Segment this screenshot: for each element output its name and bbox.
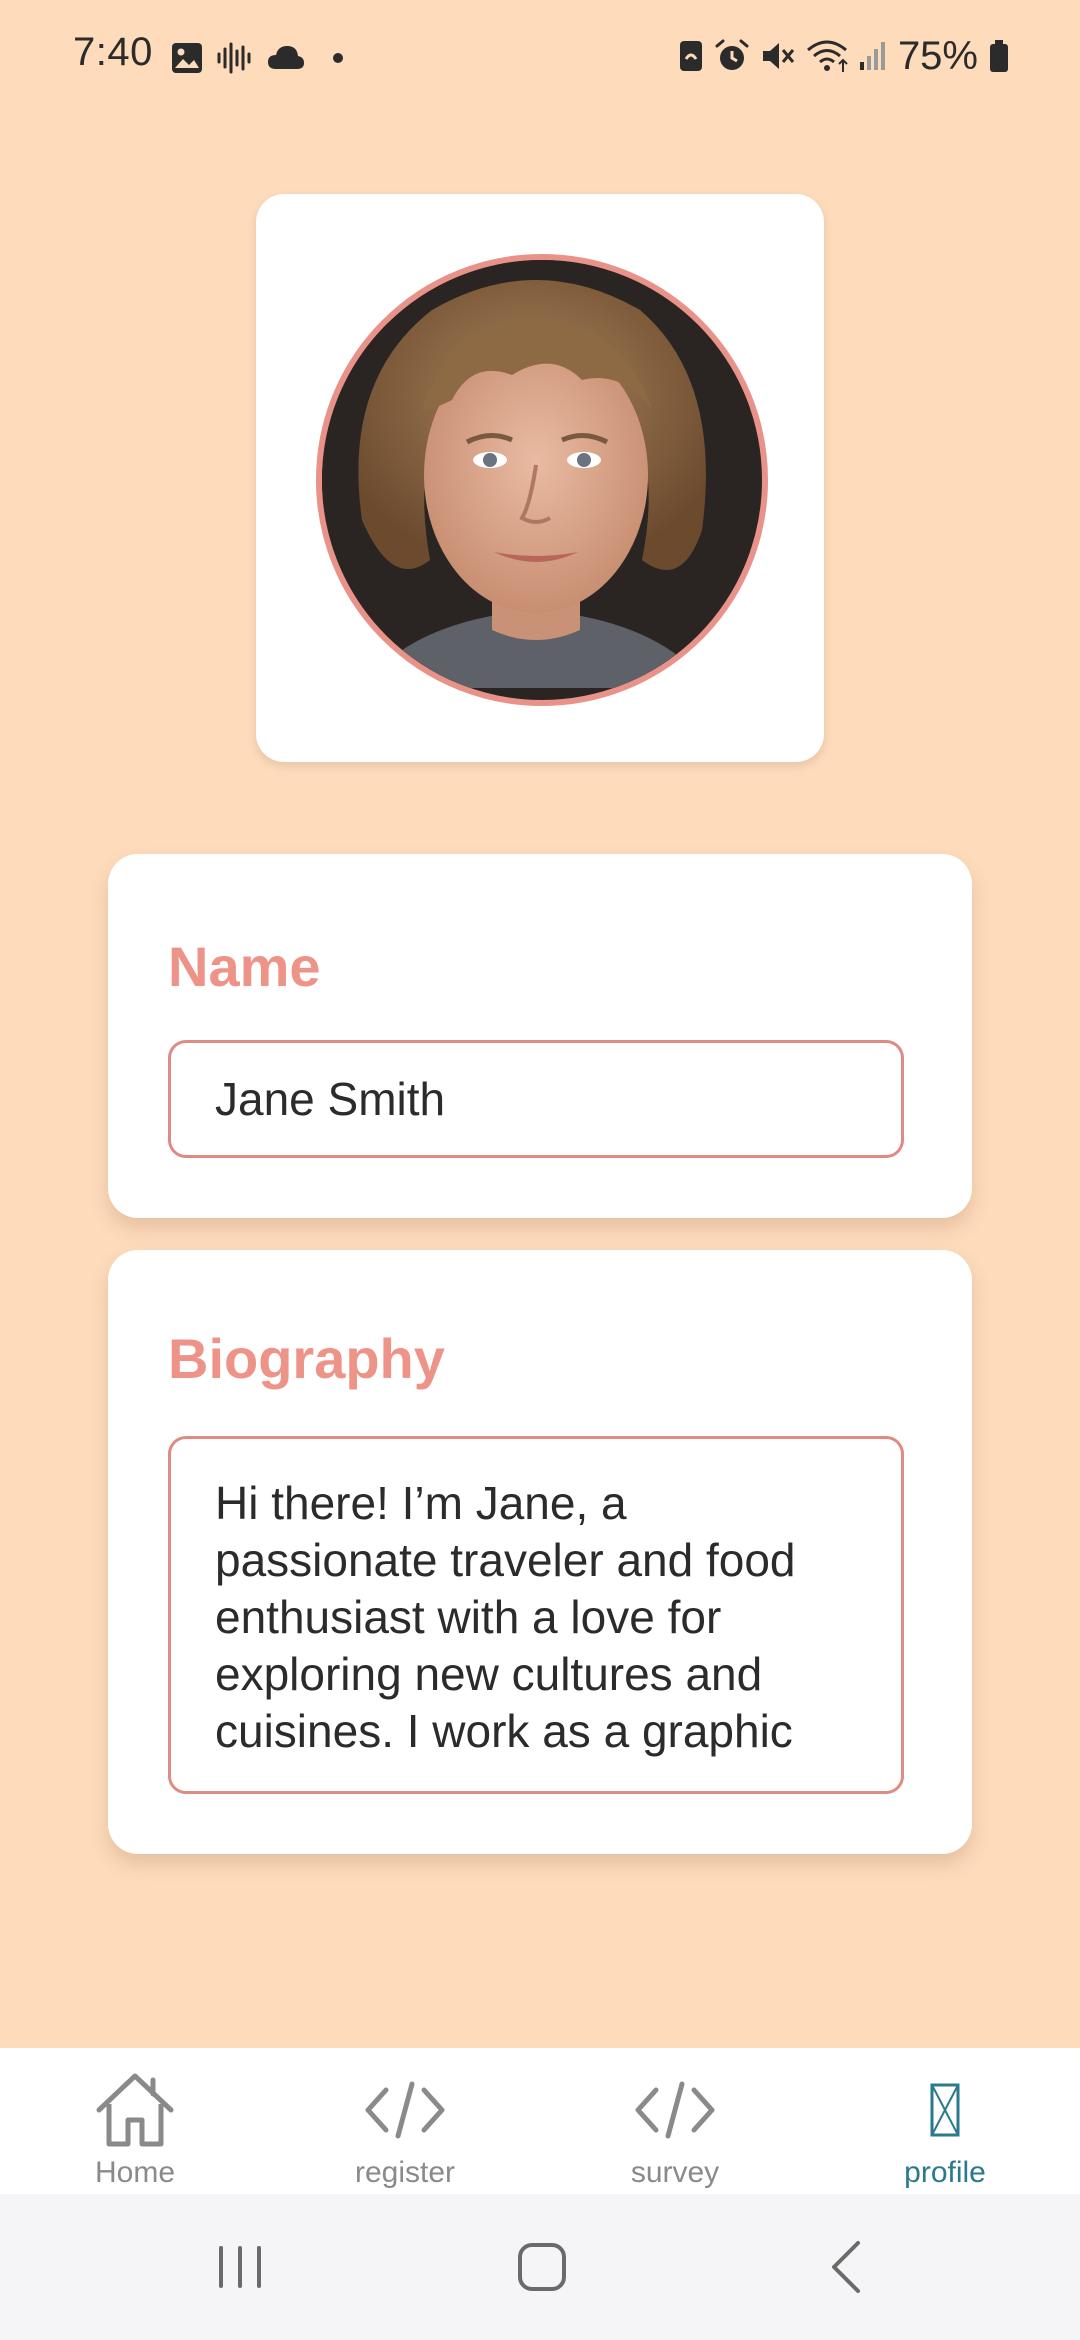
status-right-icons: 75% — [678, 34, 1010, 78]
wifi-icon — [806, 38, 848, 74]
app-lock-icon — [678, 39, 704, 73]
recent-apps-icon[interactable] — [200, 2232, 280, 2302]
voice-recorder-icon — [216, 41, 254, 75]
status-bar: 7:40 75% — [0, 0, 1080, 114]
avatar-card — [256, 194, 824, 762]
biography-label: Biography — [168, 1327, 445, 1390]
tab-home[interactable]: Home — [0, 2048, 270, 2194]
tab-survey[interactable]: survey — [540, 2048, 810, 2194]
alarm-icon — [714, 38, 750, 74]
code-icon — [360, 2068, 450, 2152]
avatar[interactable] — [316, 254, 768, 706]
status-left-icons — [170, 38, 344, 78]
profile-photo-icon — [322, 260, 750, 688]
back-icon[interactable] — [806, 2232, 886, 2302]
biography-card: Biography Hi there! I’m Jane, a passiona… — [108, 1250, 972, 1854]
cloud-icon — [266, 43, 306, 73]
tab-profile[interactable]: profile — [810, 2048, 1080, 2194]
battery-icon — [988, 39, 1010, 73]
tab-register-label: register — [354, 2156, 456, 2189]
signal-icon — [858, 40, 888, 72]
name-card: Name Jane Smith — [108, 854, 972, 1218]
dot-icon — [332, 52, 344, 64]
tab-register[interactable]: register — [270, 2048, 540, 2194]
battery-percentage: 75% — [897, 33, 978, 78]
name-label: Name — [168, 935, 321, 998]
tab-survey-label: survey — [630, 2156, 720, 2189]
biography-textarea[interactable]: Hi there! I’m Jane, a passionate travele… — [168, 1436, 904, 1794]
mute-icon — [760, 38, 796, 74]
status-time: 7:40 — [73, 30, 153, 74]
system-nav-bar — [0, 2194, 1080, 2340]
missing-glyph-icon — [900, 2068, 990, 2152]
code-icon — [630, 2068, 720, 2152]
bottom-tab-bar: Home register survey profile — [0, 2048, 1080, 2194]
name-input[interactable]: Jane Smith — [168, 1040, 904, 1158]
home-icon — [90, 2068, 180, 2152]
image-icon — [170, 41, 204, 75]
home-button-icon[interactable] — [502, 2232, 582, 2302]
tab-profile-label: profile — [904, 2156, 986, 2189]
tab-home-label: Home — [94, 2156, 176, 2189]
